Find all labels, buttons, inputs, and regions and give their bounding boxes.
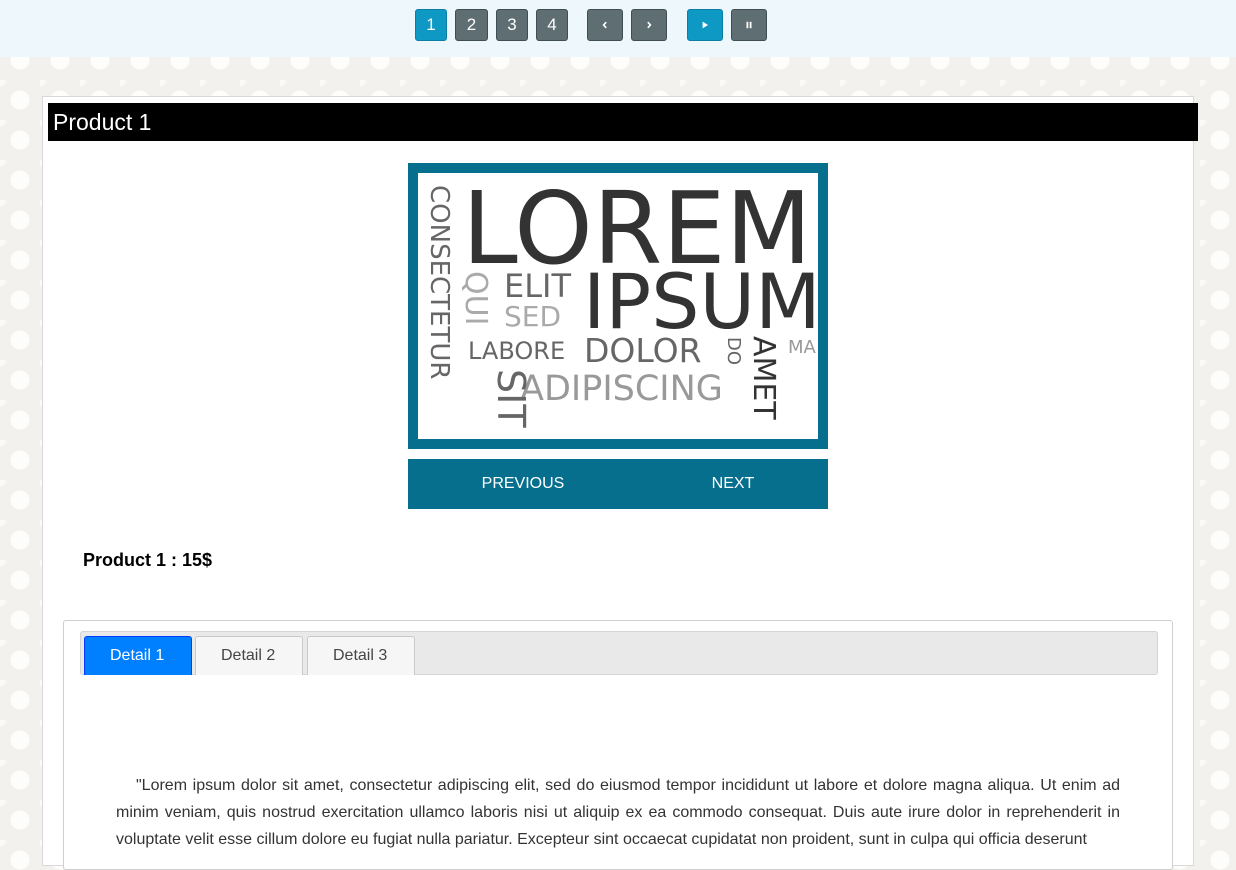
pause-icon	[746, 21, 752, 29]
page-4-button[interactable]: 4	[536, 9, 568, 41]
word-sit: SIT	[489, 369, 533, 428]
tab-detail-2[interactable]: Detail 2	[195, 636, 303, 675]
pagination-bar: 1 2 3 4	[0, 0, 1236, 57]
page-3-button[interactable]: 3	[496, 9, 528, 41]
next-button[interactable]: NEXT	[628, 459, 838, 509]
prev-page-button[interactable]	[587, 9, 623, 41]
word-labore: LABORE	[468, 337, 565, 365]
tab-detail-3[interactable]: Detail 3	[307, 636, 415, 675]
word-consectetur: CONSECTETUR	[424, 185, 454, 379]
word-do: DO	[723, 337, 744, 365]
page-2-button[interactable]: 2	[455, 9, 488, 41]
tab-bar: Detail 1 Detail 2 Detail 3	[80, 631, 1158, 675]
page-1-button[interactable]: 1	[415, 9, 447, 41]
pause-button[interactable]	[731, 9, 767, 41]
detail-text: "Lorem ipsum dolor sit amet, consectetur…	[116, 777, 1120, 848]
details-tabs-panel: Detail 1 Detail 2 Detail 3 "Lorem ipsum …	[63, 620, 1173, 870]
word-amet: AMET	[746, 336, 781, 420]
word-adipiscing: ADIPISCING	[520, 369, 723, 409]
word-qui: QUI	[458, 271, 493, 325]
product-image-slider: LOREM IPSUM ELIT SED QUI LABORE DOLOR DO…	[408, 163, 828, 449]
word-ma: MA	[788, 337, 817, 358]
word-dolor: DOLOR	[584, 331, 702, 370]
chevron-right-icon	[647, 21, 652, 29]
word-cloud-image: LOREM IPSUM ELIT SED QUI LABORE DOLOR DO…	[418, 173, 818, 439]
play-icon	[702, 21, 708, 29]
chevron-left-icon	[602, 21, 607, 29]
next-page-button[interactable]	[631, 9, 667, 41]
slider-nav: PREVIOUS NEXT	[408, 459, 828, 509]
product-title: Product 1	[48, 103, 1198, 141]
word-sed: SED	[504, 300, 561, 333]
play-button[interactable]	[687, 9, 723, 41]
previous-button[interactable]: PREVIOUS	[418, 459, 628, 509]
product-price: Product 1 : 15$	[83, 550, 213, 570]
tab-detail-1[interactable]: Detail 1	[84, 636, 192, 675]
